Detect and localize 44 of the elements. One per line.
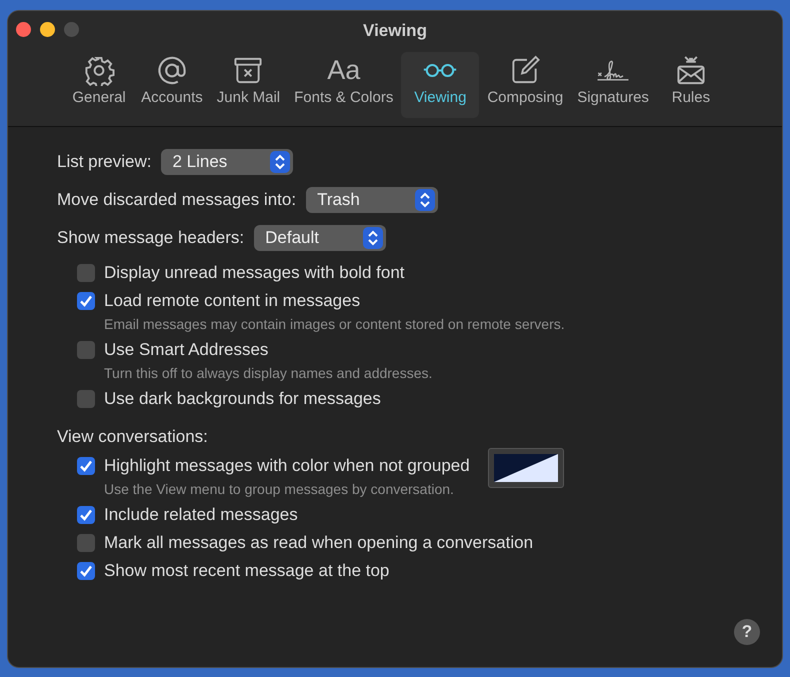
toolbar-tab[interactable]: Aa Fonts & Colors [288, 52, 400, 118]
checkbox[interactable] [77, 534, 95, 552]
checkbox[interactable] [77, 457, 95, 475]
toolbar-tab[interactable]: Composing [481, 52, 570, 118]
setting-label: Move discarded messages into: [57, 190, 296, 210]
checkbox-label: Highlight messages with color when not grouped [104, 456, 470, 476]
chevron-up-down-icon [415, 189, 436, 211]
checkbox[interactable] [77, 562, 95, 580]
toolbar-tab[interactable]: Accounts [135, 52, 209, 118]
checkbox-label: Mark all messages as read when opening a conversation [104, 533, 534, 553]
checkbox[interactable] [77, 341, 95, 359]
popup-menu[interactable]: Default [254, 225, 386, 251]
hint-text: Email messages may contain images or content stored on remote servers. [104, 316, 565, 332]
window-title: Viewing [363, 21, 427, 41]
checkbox[interactable] [77, 264, 95, 282]
text-icon: Aa [327, 55, 360, 86]
toolbar-tab[interactable]: General [65, 52, 134, 118]
hint-text: Use the View menu to group messages by conversation. [104, 481, 455, 497]
chevron-up-down-icon [363, 227, 384, 249]
checkbox-label: Show most recent message at the top [104, 561, 390, 581]
color-well[interactable] [488, 448, 564, 488]
color-swatch [494, 454, 558, 482]
setting-label: List preview: [57, 152, 152, 172]
toolbar-tab[interactable]: Junk Mail [210, 52, 286, 118]
checkbox-label: Include related messages [104, 505, 298, 525]
hint-text: Turn this off to always display names and addresses. [104, 365, 432, 381]
setting-label: Show message headers: [57, 228, 244, 248]
checkbox-label: Use dark backgrounds for messages [104, 389, 381, 409]
toolbar-tab[interactable]: Viewing [401, 52, 480, 118]
checkbox[interactable] [77, 506, 95, 524]
checkbox[interactable] [77, 292, 95, 310]
toolbar-tab[interactable]: Rules [656, 52, 725, 118]
checkbox[interactable] [77, 390, 95, 408]
help-button[interactable]: ? [734, 619, 760, 645]
checkbox-label: Load remote content in messages [104, 291, 360, 311]
toolbar-tab[interactable]: Signatures [571, 52, 655, 118]
checkbox-label: Use Smart Addresses [104, 340, 268, 360]
close-button[interactable] [16, 22, 31, 37]
section-heading: View conversations: [57, 427, 209, 447]
chevron-up-down-icon [270, 151, 290, 173]
checkbox-label: Display unread messages with bold font [104, 263, 404, 283]
minimize-button[interactable] [40, 22, 55, 37]
popup-menu[interactable]: Trash [306, 187, 438, 213]
popup-menu[interactable]: 2 Lines [161, 149, 294, 175]
